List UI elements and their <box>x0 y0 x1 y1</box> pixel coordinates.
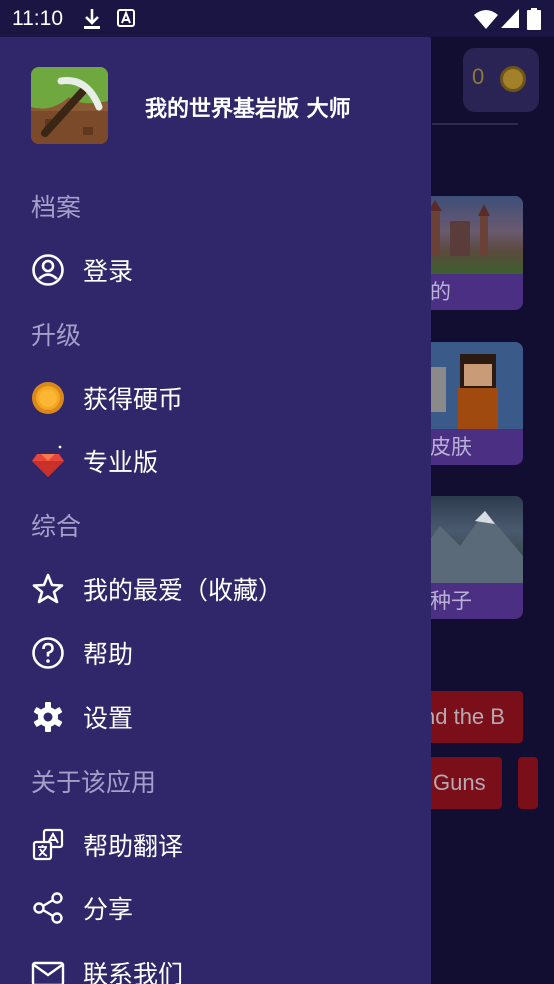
tab-indicator <box>432 123 518 125</box>
coin-icon <box>31 381 65 415</box>
download-icon <box>82 8 102 34</box>
menu-item-label: 获得硬币 <box>83 385 184 414</box>
battery-icon <box>527 8 541 34</box>
tag-label: Guns <box>433 770 486 795</box>
gear-icon <box>31 700 65 734</box>
menu-item-label: 联系我们 <box>83 960 184 984</box>
menu-item-help-translate[interactable]: 帮助翻译 <box>31 819 421 869</box>
star-outline-icon <box>31 572 65 606</box>
app-logo <box>31 67 108 144</box>
section-title-upgrade: 升级 <box>31 321 82 350</box>
menu-item-share[interactable]: 分享 <box>31 882 421 932</box>
menu-item-help[interactable]: 帮助 <box>31 627 421 677</box>
menu-item-contact-us[interactable]: 联系我们 <box>31 947 421 984</box>
menu-item-pro-version[interactable]: 专业版 <box>31 435 421 485</box>
mail-icon <box>31 956 65 984</box>
app-name: 我的世界基岩版 大师 <box>145 97 351 122</box>
menu-item-login[interactable]: 登录 <box>31 244 421 294</box>
menu-item-settings[interactable]: 设置 <box>31 691 421 741</box>
coin-icon <box>500 66 526 92</box>
translate-icon <box>31 828 65 862</box>
menu-item-label: 分享 <box>83 895 134 924</box>
app-notification-icon <box>117 9 135 31</box>
tag-label: nd the B <box>423 704 505 729</box>
menu-item-label: 设置 <box>83 704 134 733</box>
section-title-profile: 档案 <box>31 193 82 222</box>
status-bar: 11:10 <box>0 0 554 37</box>
drawer-header: 我的世界基岩版 大师 <box>31 67 421 145</box>
menu-item-label: 登录 <box>83 257 134 286</box>
signal-icon <box>501 9 519 32</box>
menu-item-label: 我的最爱（收藏） <box>83 576 284 605</box>
menu-item-favorites[interactable]: 我的最爱（收藏） <box>31 563 421 613</box>
wifi-icon <box>474 9 498 33</box>
status-time: 11:10 <box>12 7 63 30</box>
account-circle-icon <box>31 253 65 287</box>
tag-chip[interactable] <box>518 757 538 809</box>
section-title-general: 综合 <box>31 512 82 541</box>
menu-item-label: 帮助翻译 <box>83 832 184 861</box>
navigation-drawer: 我的世界基岩版 大师 档案 登录 升级 获得硬币 专业版 综合 我的最爱（收藏）… <box>0 37 431 984</box>
menu-item-get-coins[interactable]: 获得硬币 <box>31 372 421 422</box>
menu-item-label: 帮助 <box>83 640 134 669</box>
coin-balance[interactable]: 0 <box>463 48 539 112</box>
share-icon <box>31 891 65 925</box>
section-title-about: 关于该应用 <box>31 768 157 797</box>
menu-item-label: 专业版 <box>83 448 159 477</box>
diamond-icon <box>31 444 65 478</box>
help-circle-icon <box>31 636 65 670</box>
coin-count: 0 <box>472 64 485 89</box>
